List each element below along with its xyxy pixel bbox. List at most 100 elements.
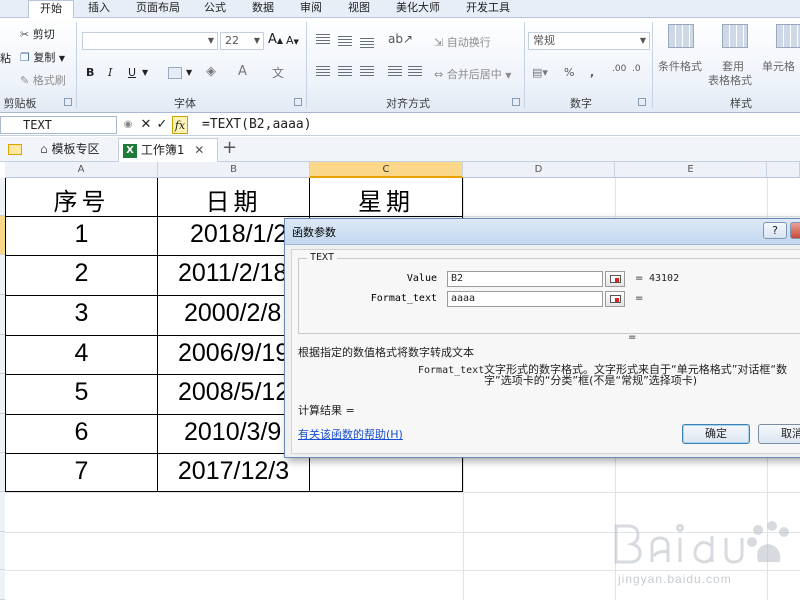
workbook-tab-label: 工作簿1 <box>140 143 185 157</box>
column-header-e[interactable]: E <box>615 162 767 178</box>
decrease-decimal-icon[interactable]: .0 <box>632 64 641 74</box>
cell-a8[interactable]: 7 <box>6 457 157 491</box>
font-color-button[interactable]: A <box>238 64 247 79</box>
cell-a4[interactable]: 3 <box>6 299 157 333</box>
row-header[interactable] <box>0 492 5 532</box>
align-left-icon[interactable] <box>316 66 330 78</box>
currency-icon[interactable]: ▤▾ <box>532 66 548 79</box>
ribbon-tab-bar: 开始 插入 页面布局 公式 数据 审阅 视图 美化大师 开发工具 <box>0 0 800 19</box>
tab-view[interactable]: 视图 <box>340 0 378 18</box>
expand-icon[interactable]: ◉ <box>120 116 136 134</box>
align-middle-icon[interactable] <box>338 36 352 48</box>
comma-button[interactable]: , <box>590 66 594 79</box>
column-header-d[interactable]: D <box>463 162 615 178</box>
copy-button[interactable]: ❐ 复制 ▼ <box>20 49 65 65</box>
cell-c1[interactable]: 星期 <box>310 182 462 216</box>
tab-data[interactable]: 数据 <box>244 0 282 18</box>
conditional-format-button[interactable]: 条件格式 <box>658 58 702 74</box>
increase-indent-icon[interactable] <box>408 66 422 78</box>
merge-center-button[interactable]: ⇔ 合并后居中 ▼ <box>434 66 511 82</box>
cell-a2[interactable]: 1 <box>6 220 157 254</box>
value-input[interactable]: B2 <box>447 271 603 287</box>
folder-icon[interactable] <box>6 138 24 162</box>
collapse-dialog-button[interactable] <box>605 271 625 287</box>
cell-a1[interactable]: 序号 <box>6 182 157 216</box>
function-help-link[interactable]: 有关该函数的帮助(H) <box>298 426 403 442</box>
dialog-close-button[interactable]: ✕ <box>790 222 800 239</box>
tab-workbook1[interactable]: X 工作簿1 ✕ <box>118 138 218 162</box>
decrease-indent-icon[interactable] <box>388 66 402 78</box>
home-icon: ⌂ <box>40 142 48 156</box>
cell-styles-button[interactable]: 单元格 <box>762 58 795 74</box>
formula-input[interactable]: =TEXT(B2,aaaa) <box>202 116 312 134</box>
phonetic-icon[interactable]: 文 <box>272 64 284 81</box>
template-tab-label: 模板专区 <box>51 142 100 156</box>
fill-color-icon[interactable]: ◈ <box>206 64 216 79</box>
name-box[interactable]: TEXT <box>0 116 117 134</box>
column-header-c[interactable]: C <box>310 162 463 178</box>
tab-formulas[interactable]: 公式 <box>196 0 234 18</box>
column-header-f[interactable] <box>767 162 800 178</box>
insert-function-button[interactable]: fx <box>172 116 188 134</box>
align-bottom-icon[interactable] <box>360 38 374 50</box>
cell-a3[interactable]: 2 <box>6 259 157 293</box>
value-result: 43102 <box>649 273 680 284</box>
row-header[interactable] <box>0 532 5 570</box>
help-button[interactable]: ? <box>763 222 787 239</box>
bold-button[interactable]: B <box>86 66 94 79</box>
cell-a7[interactable]: 6 <box>6 418 157 452</box>
cell-a6[interactable]: 5 <box>6 378 157 412</box>
chevron-down-icon[interactable]: ▼ <box>142 68 148 77</box>
tab-review[interactable]: 审阅 <box>292 0 330 18</box>
percent-button[interactable]: % <box>564 66 574 79</box>
italic-button[interactable]: I <box>108 66 112 79</box>
shrink-font-button[interactable]: A▼ <box>286 34 299 47</box>
cell-b8[interactable]: 2017/12/3 <box>158 457 309 491</box>
ok-button[interactable]: 确定 <box>682 424 750 444</box>
chevron-down-icon: ▼ <box>253 36 260 45</box>
row-header[interactable] <box>0 570 5 600</box>
font-name-combo[interactable]: ▼ <box>82 32 218 50</box>
align-top-icon[interactable] <box>316 34 330 46</box>
collapse-dialog-button[interactable] <box>605 291 625 307</box>
tab-template-zone[interactable]: ⌂ 模板专区 <box>36 138 116 162</box>
grow-font-button[interactable]: A▲ <box>268 32 283 47</box>
number-launcher-icon[interactable] <box>638 98 646 106</box>
tab-insert[interactable]: 插入 <box>80 0 118 18</box>
function-result-equals: = <box>628 332 637 343</box>
enter-button[interactable]: ✓ <box>154 116 170 134</box>
alignment-launcher-icon[interactable] <box>512 98 520 106</box>
wrap-text-button[interactable]: ⇲ 自动换行 <box>434 34 491 50</box>
underline-button[interactable]: U <box>128 66 136 79</box>
border-icon[interactable] <box>168 67 182 79</box>
increase-decimal-icon[interactable]: .00 <box>612 64 626 74</box>
cancel-entry-button[interactable]: ✕ <box>138 116 154 134</box>
clipboard-launcher-icon[interactable] <box>64 98 72 106</box>
arguments-group: TEXT Value B2 = 43102 Format_text aaaa = <box>298 252 800 334</box>
align-right-icon[interactable] <box>360 66 374 78</box>
align-center-icon[interactable] <box>338 66 352 78</box>
column-header-b[interactable]: B <box>158 162 310 178</box>
chevron-down-icon[interactable]: ▼ <box>186 68 192 77</box>
close-icon[interactable]: ✕ <box>194 143 204 157</box>
cell-b1[interactable]: 日期 <box>158 182 309 216</box>
font-launcher-icon[interactable] <box>294 98 302 106</box>
tab-page-layout[interactable]: 页面布局 <box>128 0 188 18</box>
tab-developer[interactable]: 开发工具 <box>458 0 518 18</box>
tab-beautify[interactable]: 美化大师 <box>388 0 448 18</box>
cut-button[interactable]: ✂ 剪切 <box>20 26 55 42</box>
column-header-a[interactable]: A <box>5 162 158 178</box>
orientation-icon[interactable]: ab↗ <box>388 32 413 46</box>
font-size-combo[interactable]: 22 ▼ <box>220 32 264 50</box>
number-format-combo[interactable]: 常规 ▼ <box>528 32 650 50</box>
tab-home[interactable]: 开始 <box>28 0 74 19</box>
format-text-input[interactable]: aaaa <box>447 291 603 307</box>
dialog-body: TEXT Value B2 = 43102 Format_text aaaa =… <box>291 249 800 454</box>
cell-a5[interactable]: 4 <box>6 339 157 373</box>
format-painter-button[interactable]: ✎ 格式刷 <box>20 72 66 88</box>
cancel-button[interactable]: 取消 <box>758 424 800 444</box>
paste-button[interactable]: 粘 <box>0 50 11 66</box>
dialog-titlebar[interactable]: 函数参数 ? ✕ <box>285 219 800 245</box>
add-tab-button[interactable]: + <box>222 138 240 162</box>
table-format-button-line2[interactable]: 表格格式 <box>708 72 752 88</box>
